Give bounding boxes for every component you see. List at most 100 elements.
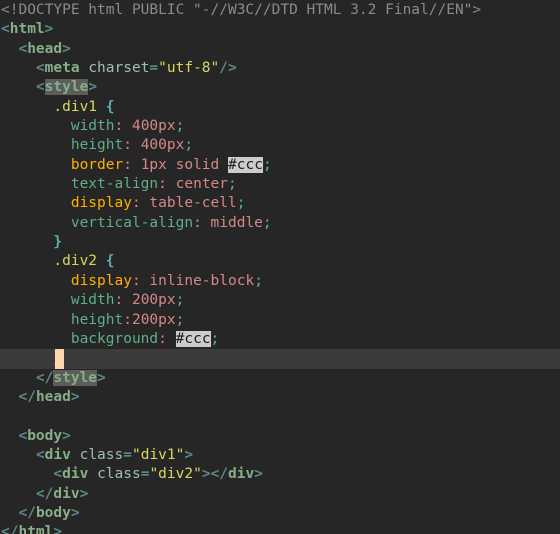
css-value-400px: 400px	[140, 137, 185, 154]
attribute-class: class	[79, 446, 124, 463]
semicolon: ;	[175, 292, 185, 309]
code-line[interactable]: <div class="div2"></div>	[0, 465, 560, 484]
code-line[interactable]: height:200px;	[0, 311, 560, 330]
semicolon: ;	[210, 330, 220, 347]
css-value-middle: middle	[210, 214, 263, 231]
css-value-400px: 400px	[131, 118, 176, 135]
code-line[interactable]: <html>	[0, 20, 560, 39]
angle-bracket-open-icon: <	[18, 40, 28, 57]
semicolon: ;	[228, 176, 237, 193]
css-property-display: display	[70, 195, 132, 212]
brace-close: }	[53, 234, 63, 251]
attribute-value-div2: "div2"	[149, 466, 202, 483]
semicolon: ;	[262, 214, 272, 231]
tag-name-style-highlighted: style	[44, 79, 89, 96]
code-line[interactable]: height: 400px;	[0, 136, 560, 155]
angle-bracket-open-icon: <	[35, 79, 45, 96]
tag-name-meta: meta	[44, 60, 80, 77]
close-tag-bracket-icon: </	[1, 524, 19, 534]
code-line[interactable]: display: inline-block;	[0, 272, 560, 291]
tag-name-style-highlighted: style	[53, 369, 98, 386]
colon: :	[158, 330, 167, 347]
css-value-inline-block: inline-block	[149, 272, 255, 289]
code-line[interactable]: <div class="div1">	[0, 446, 560, 465]
attribute-charset: charset	[88, 60, 150, 77]
semicolon: ;	[175, 118, 185, 135]
tag-name-head: head	[27, 40, 63, 57]
code-line[interactable]: text-align: center;	[0, 175, 560, 194]
angle-bracket-close-icon: >	[44, 21, 54, 38]
close-tag-bracket-icon: </	[35, 485, 54, 502]
attribute-class: class	[97, 466, 141, 483]
close-tag-bracket-icon: </	[18, 388, 36, 405]
code-line[interactable]: <meta charset="utf-8"/>	[0, 59, 560, 78]
code-line[interactable]: </style>	[0, 369, 560, 388]
colon: :	[123, 156, 132, 173]
brace-open: {	[105, 253, 115, 270]
css-value-center: center	[175, 176, 229, 193]
attribute-value-div1: "div1"	[131, 446, 185, 463]
angle-bracket-close-icon: >	[88, 79, 98, 96]
angle-bracket-open-icon: <	[35, 60, 45, 77]
angle-bracket-open-icon: <	[35, 446, 45, 463]
code-line[interactable]: background: #ccc;	[0, 330, 560, 349]
code-line[interactable]: </head>	[0, 388, 560, 407]
tag-name-head: head	[35, 388, 71, 405]
angle-bracket-close-icon: >	[254, 466, 263, 483]
css-property-display: display	[70, 272, 132, 289]
code-line-current[interactable]: }	[0, 349, 560, 369]
css-value-1px-solid: 1px solid	[140, 156, 220, 173]
code-line[interactable]: display: table-cell;	[0, 194, 560, 213]
close-tag-bracket-icon: </	[210, 466, 229, 483]
semicolon: ;	[236, 195, 246, 212]
code-line-blank[interactable]	[0, 407, 560, 426]
code-line[interactable]: </body>	[0, 504, 560, 523]
tag-name-div: div	[62, 466, 89, 483]
css-property-text-align: text-align	[70, 176, 159, 193]
css-value-table-cell: table-cell	[149, 195, 237, 212]
semicolon: ;	[254, 272, 263, 289]
semicolon: ;	[262, 156, 272, 173]
colon: :	[131, 195, 141, 212]
doctype-declaration: <!DOCTYPE html PUBLIC "-//W3C//DTD HTML …	[1, 2, 482, 18]
tag-name-div: div	[228, 466, 255, 483]
angle-bracket-close-icon: >	[53, 524, 63, 534]
css-selector-div1: .div1	[53, 98, 98, 115]
code-line[interactable]: <style>	[0, 78, 560, 97]
css-property-border: border	[70, 156, 124, 173]
code-line[interactable]: vertical-align: middle;	[0, 214, 560, 233]
brace-open: {	[105, 98, 115, 115]
vim-editor-window[interactable]: <!DOCTYPE html PUBLIC "-//W3C//DTD HTML …	[0, 0, 560, 534]
angle-bracket-open-icon: <	[1, 21, 10, 38]
code-buffer[interactable]: <!DOCTYPE html PUBLIC "-//W3C//DTD HTML …	[0, 0, 560, 534]
css-value-200px: 200px	[131, 311, 176, 328]
semicolon: ;	[184, 137, 194, 154]
code-line[interactable]: .div1 {	[0, 98, 560, 117]
equals-sign: =	[123, 446, 132, 463]
css-value-200px: 200px	[131, 292, 176, 309]
colon: :	[123, 311, 132, 328]
css-property-vertical-align: vertical-align	[70, 214, 194, 231]
close-tag-bracket-icon: </	[18, 504, 36, 521]
angle-bracket-open-icon: <	[53, 466, 63, 483]
colon: :	[114, 292, 124, 309]
colon: :	[131, 272, 141, 289]
angle-bracket-close-icon: >	[79, 485, 89, 502]
css-property-width: width	[70, 292, 115, 309]
colon: :	[158, 176, 167, 193]
code-line[interactable]: <!DOCTYPE html PUBLIC "-//W3C//DTD HTML …	[0, 1, 560, 20]
code-line[interactable]: </html>	[0, 523, 560, 534]
angle-bracket-open-icon: <	[18, 427, 28, 444]
text-cursor	[55, 349, 64, 369]
code-line[interactable]: }	[0, 233, 560, 252]
code-line[interactable]: </div>	[0, 485, 560, 504]
css-color-swatch-ccc: #ccc	[175, 330, 211, 347]
code-line[interactable]: width: 400px;	[0, 117, 560, 136]
code-line[interactable]: <body>	[0, 427, 560, 446]
code-line[interactable]: border: 1px solid #ccc;	[0, 156, 560, 175]
code-line[interactable]: width: 200px;	[0, 291, 560, 310]
code-line[interactable]: .div2 {	[0, 252, 560, 271]
tag-name-html: html	[9, 21, 45, 38]
code-line[interactable]: <head>	[0, 40, 560, 59]
css-property-background: background	[70, 330, 159, 347]
